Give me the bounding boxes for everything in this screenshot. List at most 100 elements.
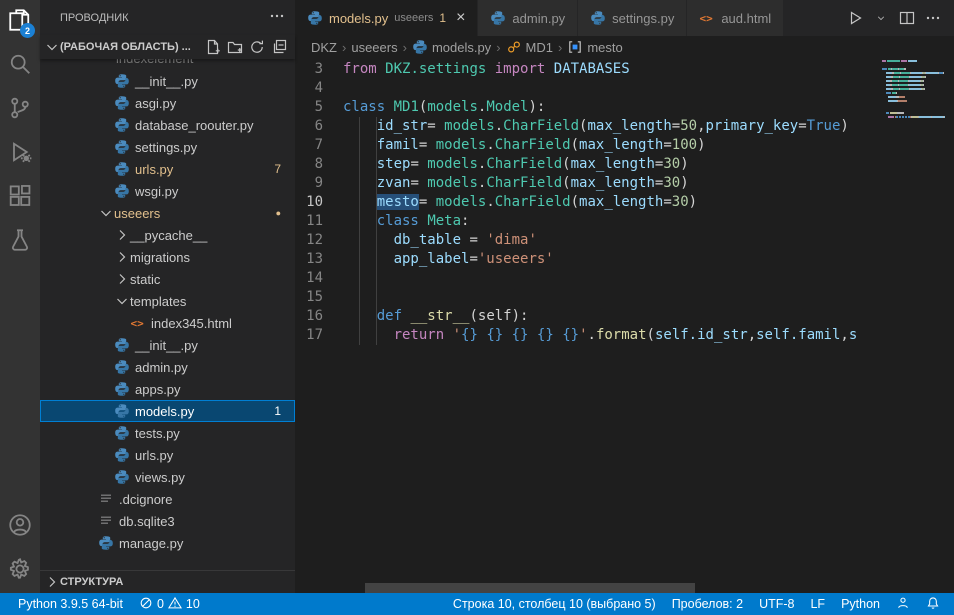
tree-item-db-sqlite3[interactable]: db.sqlite3 [40,510,295,532]
statusbar-encoding[interactable]: UTF-8 [751,593,802,615]
minimap[interactable] [882,60,946,120]
tree-item-clipped[interactable]: indexelement [40,59,295,70]
statusbar-indentation[interactable]: Пробелов: 2 [664,593,751,615]
breadcrumb-item-useeers[interactable]: useeers [351,40,397,55]
html-file-icon: <> [130,315,146,331]
gear-icon [8,557,32,586]
line-number: 5 [295,98,343,117]
python-file-icon [307,10,323,26]
close-icon[interactable]: × [456,10,465,26]
activity-bar: 2 [0,0,40,593]
statusbar-cursor-position[interactable]: Строка 10, столбец 10 (выбрано 5) [445,593,664,615]
python-icon [412,39,428,55]
tab-settings-py[interactable]: settings.py [578,0,687,36]
python-file-icon [490,10,506,26]
svg-text:<>: <> [700,12,714,25]
tree-item-manage-py[interactable]: manage.py [40,532,295,554]
tree-item-label: urls.py [135,162,173,177]
activity-badge: 2 [20,23,35,38]
language-mode-label: Python [841,597,880,611]
breadcrumb-label: models.py [432,40,491,55]
statusbar-problems[interactable]: 010 [131,593,208,615]
activity-item-source-control[interactable] [0,88,40,132]
tree-item--init-py[interactable]: __init__.py [40,70,295,92]
tree-item-migrations[interactable]: migrations [40,246,295,268]
horizontal-scrollbar[interactable] [365,583,695,593]
collapse-all-icon[interactable] [271,39,287,55]
tree-item-apps-py[interactable]: apps.py [40,378,295,400]
tab-models-py[interactable]: models.pyuseeers1× [295,0,478,36]
outline-section-label: СТРУКТУРА [60,576,123,588]
python-file-icon [114,117,130,133]
testing-icon [8,228,32,257]
line-number: 9 [295,174,343,193]
tree-item-label: views.py [135,470,185,485]
tree-item-urls-py[interactable]: urls.py [40,444,295,466]
tree-item-label: urls.py [135,448,173,463]
new-folder-icon[interactable] [227,39,243,55]
more-actions-button[interactable] [922,7,944,29]
tree-item--pycache-[interactable]: __pycache__ [40,224,295,246]
tree-item-urls-py[interactable]: urls.py7 [40,158,295,180]
workspace-section-label: (РАБОЧАЯ ОБЛАСТЬ) ... [60,41,205,53]
tree-item-database-roouter-py[interactable]: database_roouter.py [40,114,295,136]
python-file-icon [114,403,130,419]
breadcrumb-separator: › [556,40,564,55]
tree-item-templates[interactable]: templates [40,290,295,312]
activity-item-extensions[interactable] [0,176,40,220]
activity-item-search[interactable] [0,44,40,88]
statusbar-notifications[interactable] [918,593,948,615]
statusbar-python-version[interactable]: Python 3.9.5 64-bit [10,593,131,615]
tree-item-useeers[interactable]: useeers● [40,202,295,224]
workspace-section-header[interactable]: (РАБОЧАЯ ОБЛАСТЬ) ... [40,35,295,59]
search-icon [8,52,32,81]
warning-icon [168,596,182,613]
tree-item-settings-py[interactable]: settings.py [40,136,295,158]
account-icon [8,513,32,542]
python-file-icon [114,381,130,397]
statusbar-language-mode[interactable]: Python [833,593,888,615]
warning-count: 10 [186,597,200,611]
statusbar-feedback[interactable] [888,593,918,615]
item-badge: 1 [274,404,281,418]
breadcrumb-item-mesto[interactable]: mesto [567,39,622,55]
tab-admin-py[interactable]: admin.py [478,0,578,36]
breadcrumb-item-md1[interactable]: MD1 [506,39,553,55]
activity-item-explorer[interactable]: 2 [0,0,40,44]
explorer-more-actions-button[interactable] [269,8,285,27]
tree-item-models-py[interactable]: models.py1 [40,400,295,422]
tree-item-label: .dcignore [119,492,172,507]
run-dropdown[interactable] [870,7,892,29]
run-button[interactable] [844,7,866,29]
activity-item-run-debug[interactable] [0,132,40,176]
code-line: 3from DKZ.settings import DATABASES [295,60,874,79]
tab-aud-html[interactable]: <> aud.html [687,0,784,36]
tree-item--dcignore[interactable]: .dcignore [40,488,295,510]
activity-item-settings[interactable] [0,549,40,593]
new-file-icon[interactable] [205,39,221,55]
code-editor[interactable]: 3from DKZ.settings import DATABASES45cla… [295,58,954,593]
tree-item--init-py[interactable]: __init__.py [40,334,295,356]
code-line: 4 [295,79,874,98]
activity-item-testing[interactable] [0,220,40,264]
split-editor-button[interactable] [896,7,918,29]
chevron-right-icon [44,574,60,590]
tree-item-asgi-py[interactable]: asgi.py [40,92,295,114]
tree-item-label: database_roouter.py [135,118,254,133]
breadcrumb-item-models-py[interactable]: models.py [412,39,491,55]
code-line: 10 mesto= models.CharField(max_length=30… [295,193,874,212]
tree-item-static[interactable]: static [40,268,295,290]
breadcrumb-item-dkz[interactable]: DKZ [311,40,337,55]
tree-item-views-py[interactable]: views.py [40,466,295,488]
tab-label: aud.html [721,11,771,26]
breadcrumb-label: useeers [351,40,397,55]
activity-item-account[interactable] [0,505,40,549]
tree-item-wsgi-py[interactable]: wsgi.py [40,180,295,202]
tree-item-tests-py[interactable]: tests.py [40,422,295,444]
tree-item-admin-py[interactable]: admin.py [40,356,295,378]
tree-item-index345-html[interactable]: <>index345.html [40,312,295,334]
source-control-icon [8,96,32,125]
refresh-icon[interactable] [249,39,265,55]
statusbar-eol[interactable]: LF [802,593,833,615]
outline-section-header[interactable]: СТРУКТУРА [40,570,295,593]
